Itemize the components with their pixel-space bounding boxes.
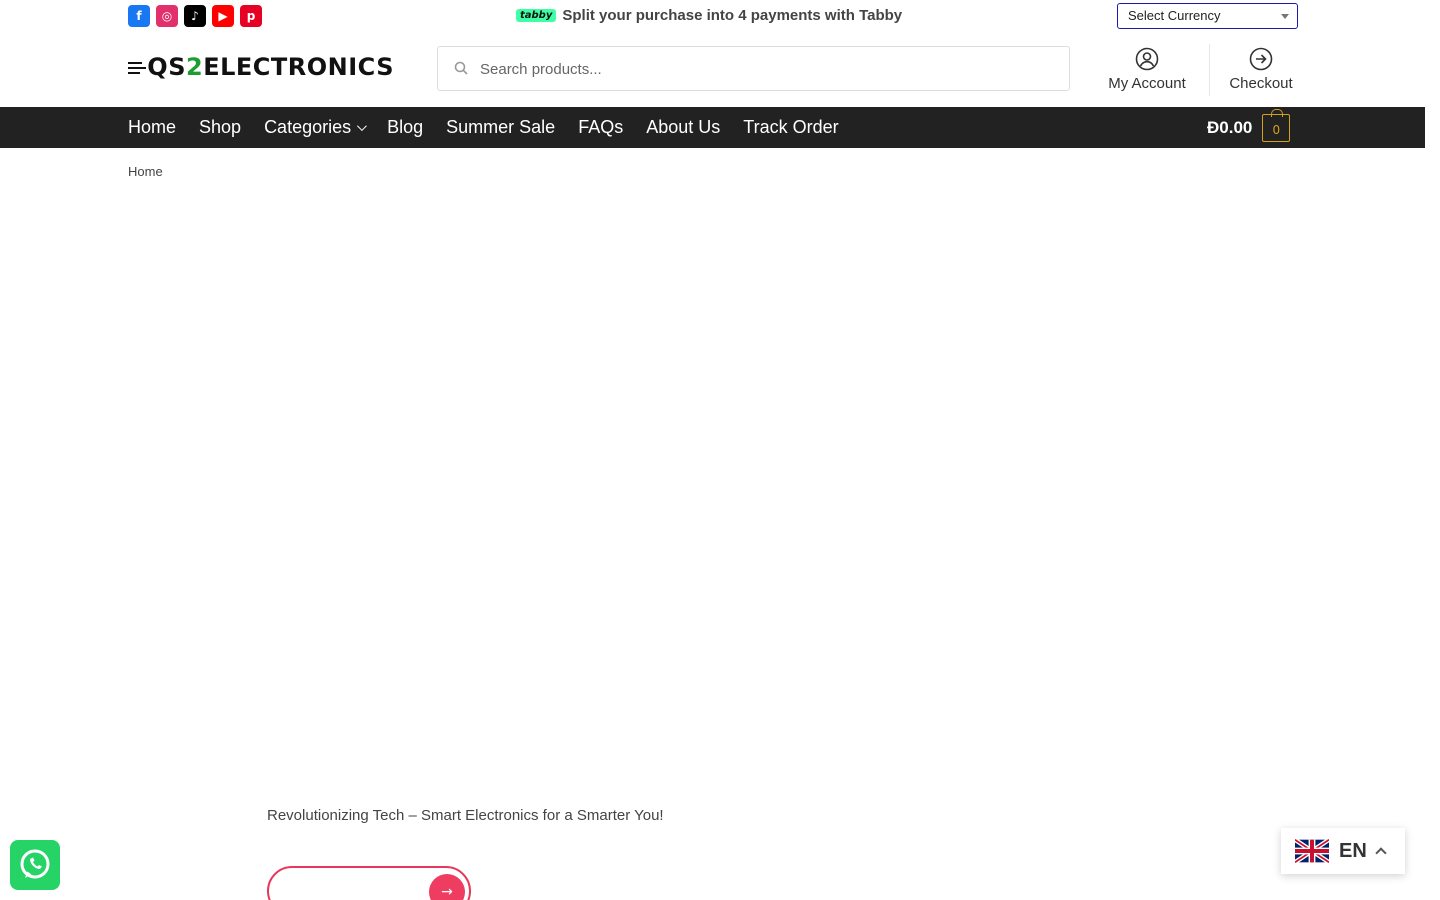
uk-flag-icon <box>1295 838 1329 864</box>
main-menu: Home Shop Categories Blog Summer Sale FA… <box>128 107 862 148</box>
nav-item-faqs[interactable]: FAQs <box>578 117 623 138</box>
nav-item-shop[interactable]: Shop <box>199 117 241 138</box>
nav-item-summer-sale[interactable]: Summer Sale <box>446 117 555 138</box>
arrow-circle-right-icon <box>1249 47 1273 71</box>
nav-item-home[interactable]: Home <box>128 117 176 138</box>
logo-circuit-icon <box>128 56 147 78</box>
search-input[interactable] <box>480 57 1040 81</box>
nav-item-about-us[interactable]: About Us <box>646 117 720 138</box>
whatsapp-chat-button[interactable] <box>10 840 60 890</box>
site-logo[interactable]: QS2ELECTRONICS <box>128 52 394 82</box>
cart-count: 0 <box>1272 122 1281 137</box>
nav-item-blog[interactable]: Blog <box>387 117 423 138</box>
header-divider <box>1209 44 1210 96</box>
language-code: EN <box>1339 839 1367 862</box>
tabby-promo: tabby Split your purchase into 4 payment… <box>516 7 902 24</box>
newsletter-form[interactable]: → <box>267 866 471 900</box>
cart-bag-icon: 0 <box>1262 108 1291 142</box>
youtube-icon[interactable]: ▶ <box>212 5 234 27</box>
tabby-promo-text: Split your purchase into 4 payments with… <box>562 7 903 24</box>
social-links: f ◎ ♪ ▶ p <box>128 5 262 27</box>
instagram-icon[interactable]: ◎ <box>156 5 178 27</box>
checkout-link[interactable]: Checkout <box>1211 47 1311 92</box>
chevron-down-icon <box>357 121 367 132</box>
language-switcher[interactable]: EN <box>1281 828 1405 874</box>
user-icon <box>1135 47 1159 71</box>
search-icon <box>454 61 468 75</box>
primary-navigation: Home Shop Categories Blog Summer Sale FA… <box>0 107 1425 148</box>
my-account-label: My Account <box>1108 75 1186 92</box>
search-box <box>437 46 1070 91</box>
cart-total: Ð0.00 <box>1207 117 1253 137</box>
cart-link[interactable]: Ð0.00 0 <box>1207 107 1291 148</box>
currency-select[interactable]: Select Currency <box>1117 3 1298 29</box>
chevron-down-icon <box>1281 14 1289 19</box>
nav-item-categories[interactable]: Categories <box>264 117 367 138</box>
top-bar: f ◎ ♪ ▶ p tabby Split your purchase into… <box>0 0 1425 32</box>
tiktok-icon[interactable]: ♪ <box>184 5 206 27</box>
checkout-label: Checkout <box>1229 75 1293 92</box>
arrow-right-icon[interactable]: → <box>429 874 465 900</box>
logo-text: QS2ELECTRONICS <box>147 53 394 81</box>
nav-item-categories-label: Categories <box>264 117 352 137</box>
nav-item-track-order[interactable]: Track Order <box>743 117 838 138</box>
breadcrumb: Home <box>128 164 163 179</box>
chevron-up-icon <box>1375 847 1387 859</box>
pinterest-icon[interactable]: p <box>240 5 262 27</box>
my-account-link[interactable]: My Account <box>1097 47 1197 92</box>
breadcrumb-home[interactable]: Home <box>128 164 163 179</box>
tabby-logo: tabby <box>516 9 557 22</box>
facebook-icon[interactable]: f <box>128 5 150 27</box>
whatsapp-icon <box>20 849 50 879</box>
footer-tagline: Revolutionizing Tech – Smart Electronics… <box>267 807 664 824</box>
currency-select-label: Select Currency <box>1128 8 1221 23</box>
